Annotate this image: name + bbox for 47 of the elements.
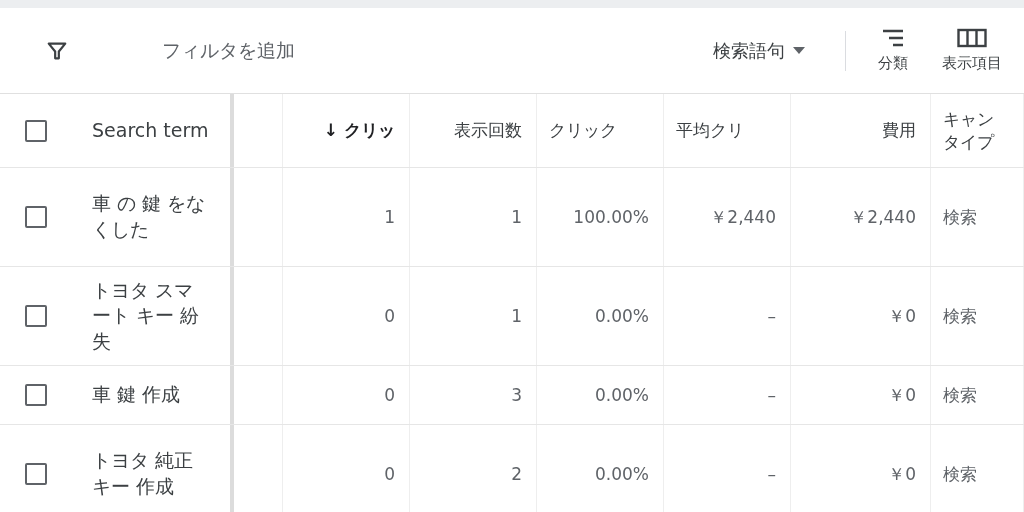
table-cell: 検索	[943, 205, 977, 229]
search-terms-dropdown[interactable]: 検索語句	[713, 30, 846, 71]
table-cell: ￥0	[888, 462, 916, 486]
search-term-text: トヨタ 純正キー 作成	[92, 448, 195, 499]
column-header[interactable]: キャンタイプ	[943, 108, 998, 153]
filter-field[interactable]: フィルタを追加	[162, 37, 713, 64]
table-cell: 3	[511, 383, 522, 407]
table-cell: 検索	[943, 383, 977, 407]
table-cell: 100.00%	[573, 205, 649, 229]
select-all-checkbox[interactable]	[25, 119, 47, 142]
table-cell: 2	[511, 462, 522, 486]
column-header[interactable]: 表示回数	[454, 119, 522, 142]
table-cell: 検索	[943, 304, 977, 328]
table-cell: 0	[384, 304, 395, 328]
search-term-text: 車 鍵 作成	[92, 382, 181, 408]
table-cell: 0.00%	[595, 383, 649, 407]
row-checkbox[interactable]	[25, 384, 47, 406]
column-header[interactable]: ↓ クリッ	[323, 119, 395, 142]
row-checkbox[interactable]	[25, 206, 47, 228]
lines-icon	[881, 28, 905, 48]
table-cell: 0	[384, 462, 395, 486]
row-checkbox[interactable]	[25, 305, 47, 327]
table-cell: ￥2,440	[710, 205, 776, 229]
caret-icon	[793, 47, 805, 54]
table-cell: 検索	[943, 462, 977, 486]
table-cell: –	[767, 462, 776, 486]
table-cell: ￥2,440	[850, 205, 916, 229]
search-term-text: 車 の 鍵 をなくした	[92, 191, 207, 242]
table-cell: ￥0	[888, 383, 916, 407]
column-header[interactable]: 費用	[882, 119, 916, 142]
table-cell: ￥0	[888, 304, 916, 328]
table-cell: 1	[511, 205, 522, 229]
table-cell: –	[767, 383, 776, 407]
table-cell: 0.00%	[595, 462, 649, 486]
table-cell: 0	[384, 383, 395, 407]
table-cell: –	[767, 304, 776, 328]
table-cell: 1	[384, 205, 395, 229]
table-cell: 0.00%	[595, 304, 649, 328]
columns-icon	[957, 28, 987, 48]
columns-button[interactable]: 表示項目	[930, 28, 1014, 73]
column-header[interactable]: 平均クリ	[676, 119, 744, 142]
segment-button[interactable]: 分類	[866, 28, 920, 73]
search-term-text: トヨタ スマート キー 紛失	[92, 277, 201, 354]
row-checkbox[interactable]	[25, 463, 47, 485]
table-cell: 1	[511, 304, 522, 328]
column-header[interactable]: クリック	[549, 119, 617, 142]
column-header[interactable]: Search term	[92, 117, 209, 144]
